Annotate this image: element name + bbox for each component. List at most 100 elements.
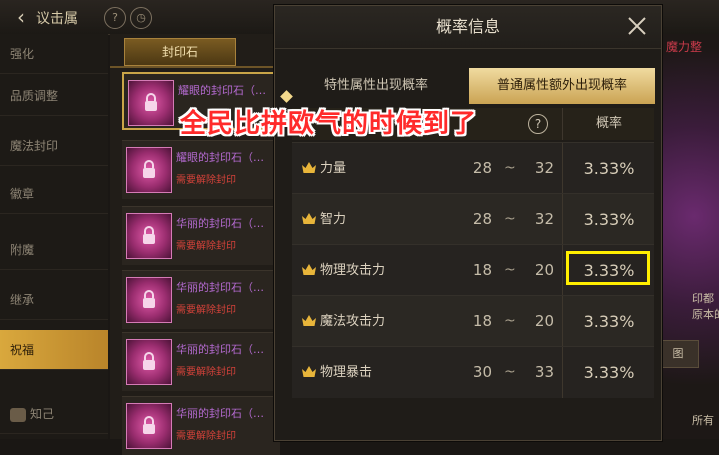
page-title: 议击属	[36, 11, 78, 27]
sidebar-item-emblem[interactable]: 徽章	[0, 174, 108, 214]
list-item[interactable]: 华丽的封印石（… 需要解除封印	[122, 396, 280, 455]
list-item[interactable]: 华丽的封印石（… 需要解除封印	[122, 270, 280, 329]
table-row: 魔法攻击力 18 ~ 20 3.33%	[292, 295, 654, 347]
item-status: 需要解除封印	[176, 367, 236, 378]
lock-icon	[143, 290, 155, 308]
column-header-probability: 概率	[562, 108, 655, 140]
help-icon[interactable]: ?	[528, 114, 548, 134]
seal-stone-thumbnail	[126, 213, 172, 259]
seal-stone-thumbnail	[128, 80, 174, 126]
crown-icon	[302, 162, 316, 173]
sidebar-item-enchant[interactable]: 附魔	[0, 230, 108, 270]
value-max: 20	[534, 261, 554, 279]
list-item[interactable]: 华丽的封印石（… 需要解除封印	[122, 206, 280, 265]
tab-underline	[110, 66, 280, 68]
lock-icon	[143, 416, 155, 434]
range-separator: ~	[504, 313, 516, 329]
tab-normal-extra-probability[interactable]: 普通属性额外出现概率	[469, 68, 655, 104]
range-separator: ~	[504, 211, 516, 227]
sidebar-item-magic-seal[interactable]: 魔法封印	[0, 126, 108, 166]
tab-trait-probability[interactable]: 特性属性出现概率	[283, 68, 469, 104]
sidebar-item-label: 魔法封印	[10, 139, 59, 153]
item-name: 华丽的封印石（…	[176, 407, 264, 420]
crown-icon	[302, 264, 316, 275]
right-panel-button[interactable]: 图	[657, 340, 699, 368]
sidebar-item-label: 祝福	[10, 343, 35, 357]
right-panel-text: 原本的	[692, 308, 719, 321]
sidebar-item-label: 徽章	[10, 187, 35, 201]
attribute-name: 魔法攻击力	[320, 314, 386, 329]
sidebar-item-label: 附魔	[10, 243, 35, 257]
sidebar-item-confidant[interactable]: 知己	[0, 394, 108, 434]
item-status: 需要解除封印	[176, 175, 236, 186]
table-row: 智力 28 ~ 32 3.33%	[292, 193, 654, 245]
value-max: 32	[534, 210, 554, 228]
crown-icon	[302, 213, 316, 224]
right-panel-label: 魔力整	[666, 40, 703, 54]
value-min: 18	[472, 261, 492, 279]
attribute-name: 物理攻击力	[320, 263, 386, 278]
sidebar-item-bless[interactable]: 祝福	[0, 330, 108, 370]
probability-value: 3.33%	[562, 296, 655, 347]
lock-icon	[143, 352, 155, 370]
item-status: 需要解除封印	[176, 241, 236, 252]
crown-icon	[302, 315, 316, 326]
value-min: 28	[472, 159, 492, 177]
value-min: 30	[472, 363, 492, 381]
attribute-name: 力量	[320, 161, 347, 176]
seal-stone-thumbnail	[126, 277, 172, 323]
right-panel-text: 所有	[692, 414, 714, 427]
sidebar-item-label: 强化	[10, 47, 35, 61]
table-row: 物理暴击 30 ~ 33 3.33%	[292, 346, 654, 398]
item-name: 华丽的封印石（…	[176, 281, 264, 294]
item-name: 耀眼的封印石（…	[178, 84, 266, 97]
magic-circle-background	[657, 34, 719, 439]
item-name: 华丽的封印石（…	[176, 217, 264, 230]
range-separator: ~	[504, 262, 516, 278]
sidebar-item-label: 继承	[10, 293, 35, 307]
item-status: 需要解除封印	[176, 305, 236, 316]
probability-value: 3.33%	[562, 143, 655, 194]
lock-icon	[143, 160, 155, 178]
range-separator: ~	[504, 160, 516, 176]
close-icon[interactable]	[623, 12, 651, 40]
help-icon[interactable]: ?	[104, 7, 126, 29]
back-arrow-icon[interactable]: ‹	[8, 4, 34, 30]
sidebar-item-inherit[interactable]: 继承	[0, 280, 108, 320]
dialog-title: 概率信息	[435, 17, 500, 36]
sidebar-item-label: 知己	[30, 407, 55, 421]
value-max: 20	[534, 312, 554, 330]
range-separator: ~	[504, 364, 516, 380]
item-status: 需要解除封印	[176, 431, 236, 442]
probability-tabs: 特性属性出现概率 普通属性额外出现概率	[283, 68, 655, 104]
seal-stone-panel: 封印石 耀眼的封印石（… 耀眼的封印石（… 需要解除封印 华丽的封印石（… 需要…	[110, 34, 280, 455]
attribute-name: 物理暴击	[320, 365, 373, 380]
dialog-header: 概率信息	[275, 6, 661, 49]
lock-icon	[143, 226, 155, 244]
seal-stone-thumbnail	[126, 403, 172, 449]
value-max: 32	[534, 159, 554, 177]
sidebar-item-enhance[interactable]: 强化	[0, 34, 108, 74]
list-item[interactable]: 耀眼的封印石（… 需要解除封印	[122, 140, 280, 199]
sidebar: 强化 品质调整 魔法封印 徽章 附魔 继承 祝福 知己	[0, 34, 108, 439]
sidebar-item-label: 品质调整	[10, 89, 59, 103]
seal-stone-thumbnail	[126, 339, 172, 385]
probability-value: 3.33%	[562, 347, 655, 398]
lock-icon	[145, 93, 157, 111]
item-name: 华丽的封印石（…	[176, 343, 264, 356]
table-row: 力量 28 ~ 32 3.33%	[292, 142, 654, 194]
attribute-name: 智力	[320, 212, 347, 227]
seal-stone-thumbnail	[126, 147, 172, 193]
list-item[interactable]: 华丽的封印石（… 需要解除封印	[122, 332, 280, 391]
confidant-icon	[10, 407, 26, 422]
item-name: 耀眼的封印石（…	[176, 151, 264, 164]
overlay-caption: 全民比拼欧气的时候到了	[180, 109, 478, 139]
tab-seal-stone[interactable]: 封印石	[124, 38, 236, 66]
clock-icon[interactable]: ◷	[130, 7, 152, 29]
value-min: 18	[472, 312, 492, 330]
crown-icon	[302, 366, 316, 377]
probability-value: 3.33%	[562, 194, 655, 245]
sidebar-item-quality[interactable]: 品质调整	[0, 76, 108, 116]
value-max: 33	[534, 363, 554, 381]
value-min: 28	[472, 210, 492, 228]
